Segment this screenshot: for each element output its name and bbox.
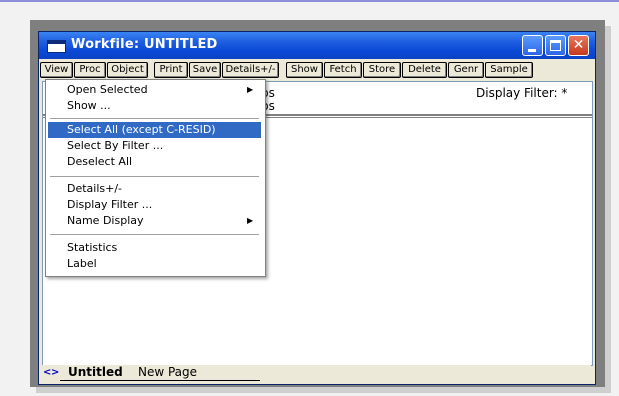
- menu-item-label: Show ...: [67, 99, 111, 112]
- minimize-button[interactable]: [522, 35, 543, 56]
- menu-item-name-display[interactable]: Name Display ▶: [48, 213, 261, 229]
- menu-item-deselect-all[interactable]: Deselect All: [48, 154, 261, 170]
- window-title: Workfile: UNTITLED: [71, 37, 218, 52]
- tab-untitled[interactable]: Untitled: [68, 365, 123, 380]
- menu-item-show[interactable]: Show ...: [48, 98, 261, 114]
- display-filter-text: Display Filter: *: [476, 86, 568, 100]
- workfile-icon: [47, 40, 66, 53]
- menu-item-select-all[interactable]: Select All (except C-RESID): [48, 122, 261, 138]
- menu-separator: [50, 176, 259, 177]
- store-button[interactable]: Store: [363, 62, 401, 78]
- menu-item-label: Name Display: [67, 214, 144, 227]
- menu-item-label: Statistics: [67, 241, 118, 254]
- sample-button[interactable]: Sample: [485, 62, 533, 78]
- page-tab-bar: < > Untitled New Page: [42, 365, 591, 382]
- menu-item-statistics[interactable]: Statistics: [48, 240, 261, 256]
- menu-item-label: Select All (except C-RESID): [67, 123, 216, 136]
- menu-separator: [50, 118, 259, 119]
- menu-item-label: Details+/-: [67, 182, 123, 195]
- menu-item-details[interactable]: Details+/-: [48, 181, 261, 197]
- genr-button[interactable]: Genr: [448, 62, 484, 78]
- delete-button[interactable]: Delete: [402, 62, 447, 78]
- tab-baseline: [60, 380, 260, 381]
- title-bar[interactable]: Workfile: UNTITLED ✕: [39, 32, 595, 59]
- tab-scroll-right-icon[interactable]: >: [51, 367, 59, 379]
- view-dropdown-menu: Open Selected ▶ Show ... Select All (exc…: [45, 79, 266, 277]
- toolbar: View Proc Object Print Save Details+/- S…: [39, 60, 595, 80]
- close-button[interactable]: ✕: [568, 35, 589, 56]
- print-button[interactable]: Print: [154, 62, 188, 78]
- menu-item-label: Deselect All: [67, 155, 133, 168]
- submenu-arrow-icon: ▶: [247, 216, 254, 225]
- menu-item-select-by-filter[interactable]: Select By Filter ...: [48, 138, 261, 154]
- menu-item-open-selected[interactable]: Open Selected ▶: [48, 82, 261, 98]
- fetch-button[interactable]: Fetch: [324, 62, 362, 78]
- view-button[interactable]: View: [40, 62, 73, 78]
- menu-separator: [50, 234, 259, 235]
- show-button[interactable]: Show: [286, 62, 323, 78]
- details-button[interactable]: Details+/-: [222, 62, 279, 78]
- proc-button[interactable]: Proc: [74, 62, 106, 78]
- maximize-button[interactable]: [545, 35, 566, 56]
- top-border-line: [0, 0, 619, 2]
- menu-item-label: Label: [67, 257, 97, 270]
- menu-item-label: Display Filter ...: [67, 198, 153, 211]
- tab-new-page[interactable]: New Page: [138, 365, 197, 380]
- tab-scroll-left-icon[interactable]: <: [43, 367, 51, 379]
- close-icon: ✕: [572, 37, 585, 53]
- menu-item-label: Open Selected: [67, 83, 148, 96]
- menu-item-display-filter[interactable]: Display Filter ...: [48, 197, 261, 213]
- submenu-arrow-icon: ▶: [247, 85, 254, 94]
- menu-item-label-item[interactable]: Label: [48, 256, 261, 272]
- save-button[interactable]: Save: [189, 62, 221, 78]
- object-button[interactable]: Object: [107, 62, 148, 78]
- menu-item-label: Select By Filter ...: [67, 139, 164, 152]
